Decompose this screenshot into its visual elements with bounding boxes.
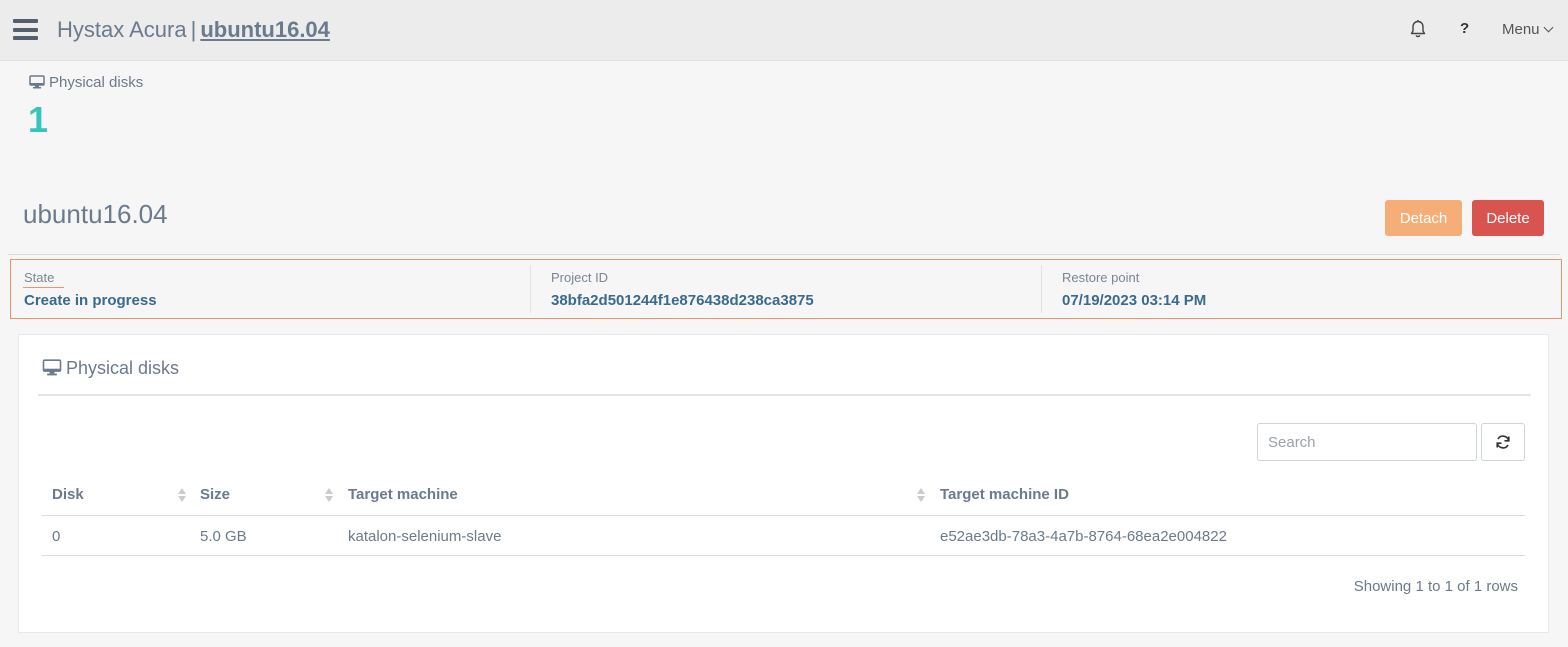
size-cell: 5.0 GB (200, 528, 247, 545)
info-divider (530, 265, 531, 313)
title-separator: | (190, 17, 197, 42)
state-label: State (24, 270, 55, 285)
bell-icon[interactable] (1409, 19, 1427, 39)
project-id-label: Project ID (551, 270, 609, 285)
machine-link[interactable]: ubuntu16.04 (200, 17, 330, 42)
sort-icon[interactable] (325, 486, 333, 504)
column-header-target-machine-id[interactable]: Target machine ID (940, 486, 1069, 503)
disk-cell: 0 (52, 528, 61, 545)
monitor-icon (29, 75, 45, 89)
sort-icon[interactable] (178, 486, 186, 504)
refresh-icon (1496, 435, 1510, 449)
restore-point-cell: Restore point 07/19/2023 03:14 PM (1062, 260, 1542, 318)
summary-label: Physical disks (29, 74, 143, 91)
sort-icon[interactable] (917, 486, 925, 504)
physical-disks-count: 1 (28, 99, 49, 140)
table-row: 0 5.0 GB katalon-selenium-slave e52ae3db… (42, 516, 1525, 556)
divider (8, 254, 1560, 255)
refresh-button[interactable] (1481, 423, 1525, 461)
physical-disks-table: Disk Size Target machine Target machine … (42, 474, 1525, 556)
help-icon[interactable]: ? (1460, 20, 1469, 37)
menu-label: Menu (1502, 21, 1540, 38)
top-bar: Hystax Acura | ubuntu16.04 ? Menu (0, 0, 1568, 61)
menu-dropdown[interactable]: Menu (1502, 21, 1553, 38)
hamburger-icon[interactable] (13, 19, 38, 40)
project-cell: Project ID 38bfa2d501244f1e876438d238ca3… (551, 260, 1031, 318)
project-id-value: 38bfa2d501244f1e876438d238ca3875 (551, 292, 814, 309)
panel-title-text: Physical disks (66, 358, 180, 378)
chevron-down-icon (1543, 22, 1553, 33)
app-name: Hystax Acura (57, 17, 187, 42)
panel-title: Physical disks (42, 358, 179, 379)
brand-title: Hystax Acura | ubuntu16.04 (57, 17, 330, 43)
summary-label-text: Physical disks (49, 74, 144, 91)
pagination-info: Showing 1 to 1 of 1 rows (1353, 578, 1518, 595)
state-cell: State Create in progress (24, 260, 524, 318)
state-underline (23, 287, 64, 288)
detach-button[interactable]: Detach (1385, 200, 1462, 236)
column-header-target-machine[interactable]: Target machine (348, 486, 458, 503)
physical-disks-panel: Physical disks Disk Size Target machine … (18, 334, 1549, 633)
page-title: ubuntu16.04 (23, 199, 168, 229)
restore-point-value: 07/19/2023 03:14 PM (1062, 292, 1207, 309)
state-value: Create in progress (24, 292, 157, 309)
column-header-size[interactable]: Size (200, 486, 230, 503)
table-header-row: Disk Size Target machine Target machine … (42, 474, 1525, 516)
info-divider (1041, 265, 1042, 313)
monitor-icon (42, 359, 62, 376)
panel-divider (38, 394, 1531, 396)
delete-button[interactable]: Delete (1472, 200, 1544, 236)
restore-point-label: Restore point (1062, 270, 1140, 285)
machine-info-bar: State Create in progress Project ID 38bf… (10, 259, 1562, 319)
column-header-disk[interactable]: Disk (52, 486, 84, 503)
target-machine-id-cell: e52ae3db-78a3-4a7b-8764-68ea2e004822 (940, 528, 1227, 545)
target-machine-cell: katalon-selenium-slave (348, 528, 502, 545)
search-input[interactable] (1257, 423, 1477, 461)
